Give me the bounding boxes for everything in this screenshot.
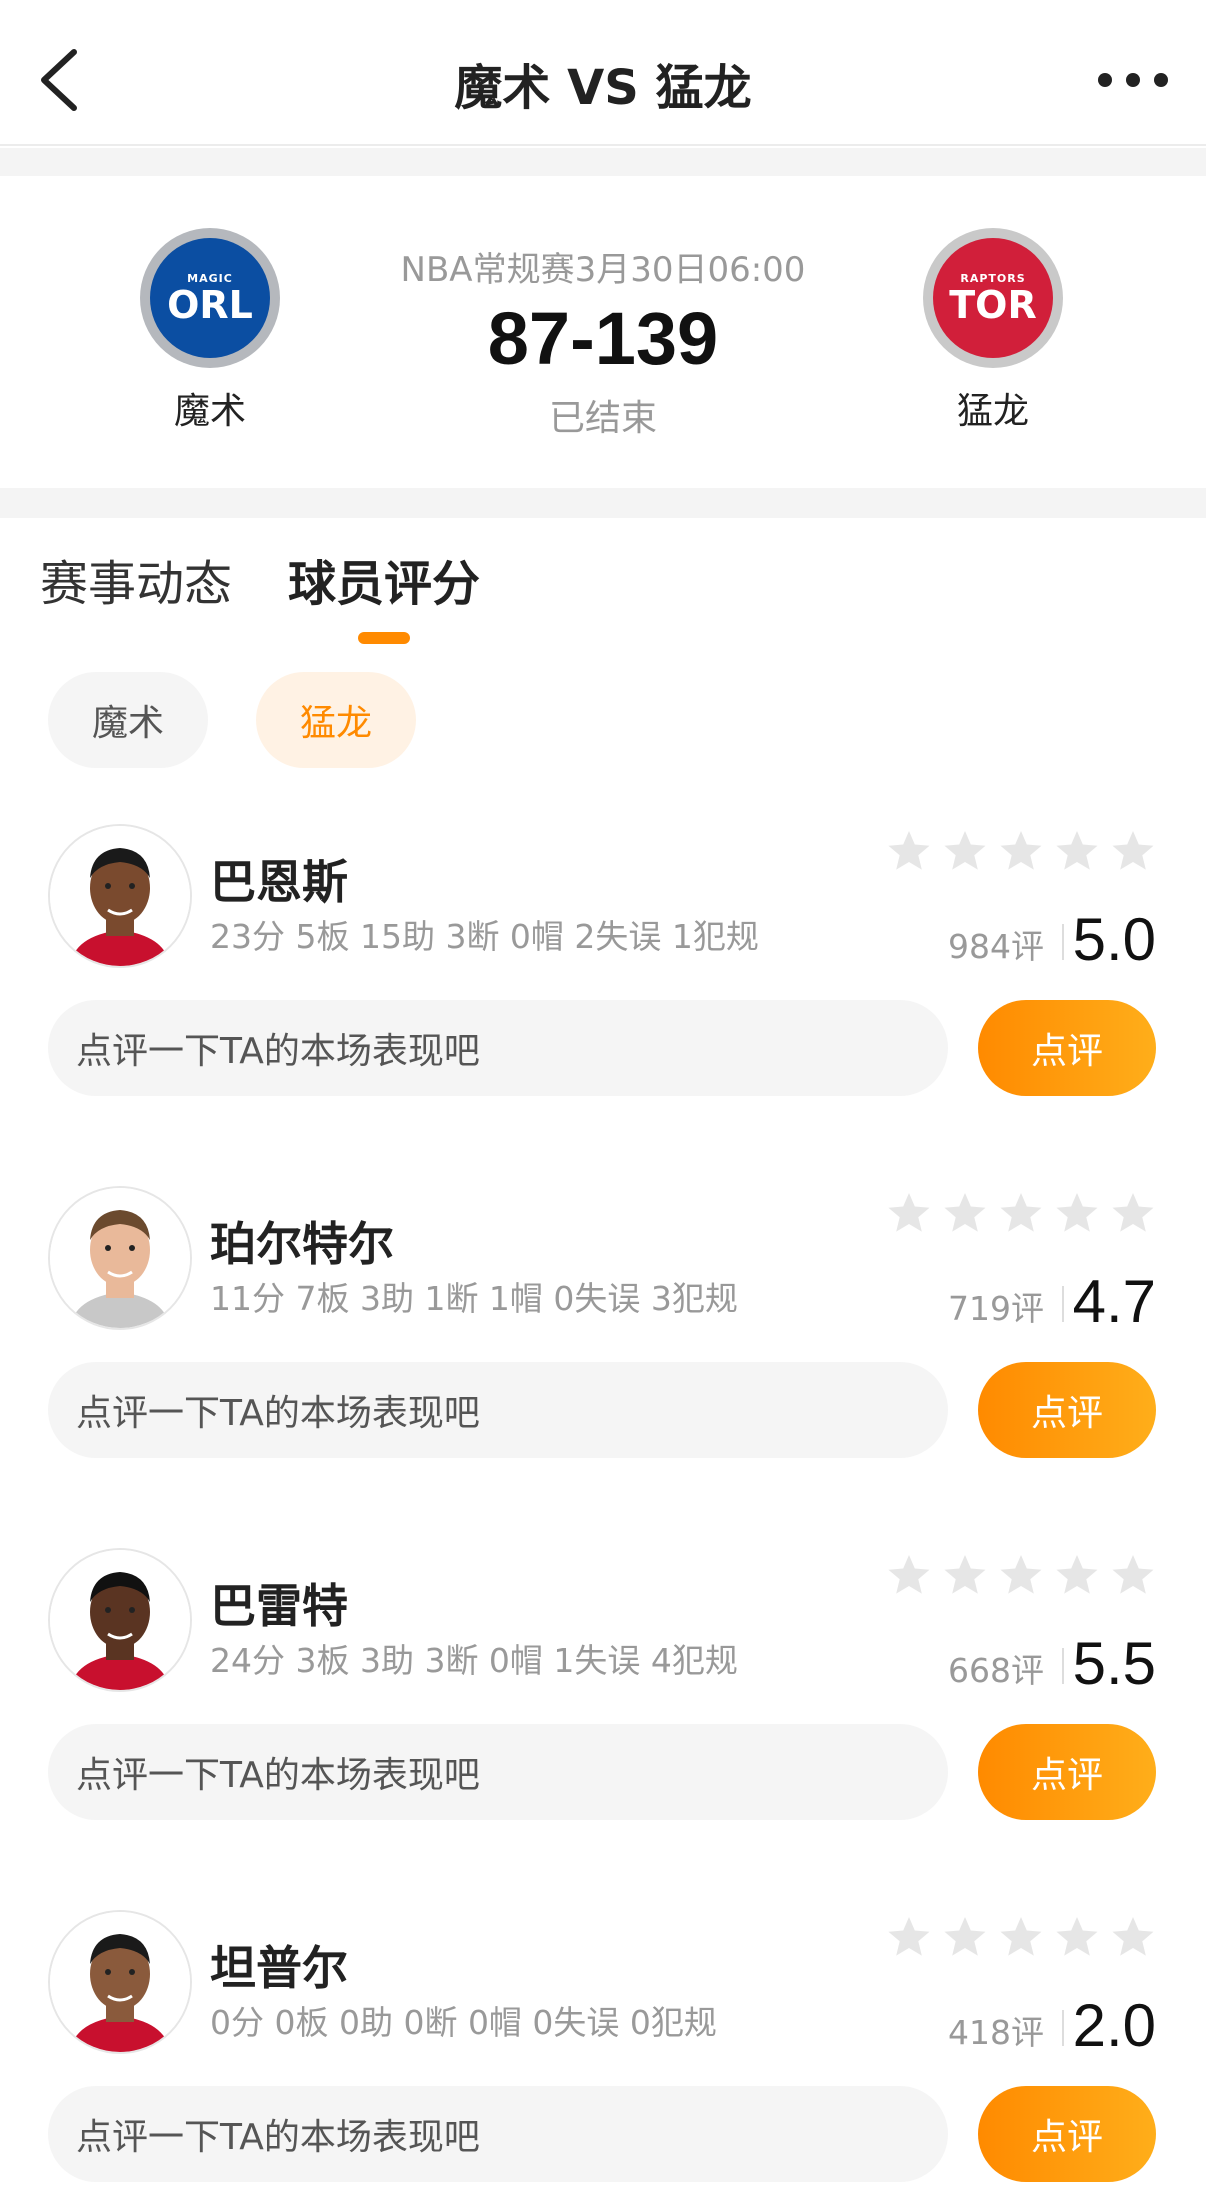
comment-input[interactable]: 点评一下TA的本场表现吧 (48, 1362, 948, 1458)
star-icon[interactable] (1110, 828, 1156, 874)
player-score: 2.0 (1072, 1992, 1156, 2059)
star-icon[interactable] (1054, 828, 1100, 874)
rating-stars[interactable] (876, 1552, 1156, 1598)
player-name: 坦普尔 (210, 1941, 348, 1995)
more-dots-icon (1098, 73, 1112, 87)
player-photo (50, 1188, 190, 1328)
divider (1062, 1648, 1064, 1684)
player-stats: 24分 3板 3助 3断 0帽 1失误 4犯规 (210, 1641, 738, 1680)
player-score: 5.5 (1072, 1630, 1156, 1697)
player-avatar[interactable] (48, 824, 192, 968)
section-divider (0, 488, 1206, 518)
review-count: 668评 (948, 1651, 1044, 1690)
divider (1062, 924, 1064, 960)
player-card: 坦普尔 0分 0板 0助 0断 0帽 0失误 0犯规 418评 2.0 点评一下… (0, 1910, 1206, 2202)
player-photo (50, 826, 190, 966)
star-icon[interactable] (1110, 1914, 1156, 1960)
comment-input[interactable]: 点评一下TA的本场表现吧 (48, 2086, 948, 2182)
tab-match-updates[interactable]: 赛事动态 (40, 544, 232, 614)
star-icon[interactable] (1110, 1552, 1156, 1598)
player-name: 珀尔特尔 (210, 1217, 394, 1271)
more-button[interactable] (1098, 62, 1168, 98)
away-team-logo: RAPTORS TOR (923, 228, 1063, 368)
review-count: 984评 (948, 927, 1044, 966)
section-divider (0, 148, 1206, 176)
player-avatar[interactable] (48, 1186, 192, 1330)
player-card: 珀尔特尔 11分 7板 3助 1断 1帽 0失误 3犯规 719评 4.7 点评… (0, 1186, 1206, 1486)
review-count: 719评 (948, 1289, 1044, 1328)
team-filter: 魔术 猛龙 (48, 672, 464, 768)
star-icon[interactable] (998, 828, 1044, 874)
player-score: 5.0 (1072, 906, 1156, 973)
player-stats: 23分 5板 15助 3断 0帽 2失误 1犯规 (210, 917, 759, 956)
star-icon[interactable] (942, 828, 988, 874)
rating-stars[interactable] (876, 828, 1156, 874)
divider (1062, 1286, 1064, 1322)
player-card: 巴恩斯 23分 5板 15助 3断 0帽 2失误 1犯规 984评 5.0 点评… (0, 824, 1206, 1124)
match-meta: NBA常规赛3月30日06:00 (400, 250, 806, 290)
review-button[interactable]: 点评 (978, 2086, 1156, 2182)
star-icon[interactable] (1054, 1914, 1100, 1960)
player-card: 巴雷特 24分 3板 3助 3断 0帽 1失误 4犯规 668评 5.5 点评一… (0, 1548, 1206, 1848)
player-photo (50, 1912, 190, 2052)
review-button[interactable]: 点评 (978, 1362, 1156, 1458)
page-title: 魔术 VS 猛龙 (454, 60, 752, 116)
active-tab-indicator (358, 632, 411, 644)
star-icon[interactable] (998, 1914, 1044, 1960)
away-team[interactable]: RAPTORS TOR 猛龙 (893, 228, 1093, 434)
star-icon[interactable] (1054, 1190, 1100, 1236)
star-icon[interactable] (1110, 1190, 1156, 1236)
content-area: 赛事动态 球员评分 魔术 猛龙 巴恩斯 23分 5板 15助 3断 0帽 2失误… (0, 518, 1206, 2202)
star-icon[interactable] (998, 1552, 1044, 1598)
star-icon[interactable] (998, 1190, 1044, 1236)
home-team-name: 魔术 (173, 391, 246, 432)
player-stats: 11分 7板 3助 1断 1帽 0失误 3犯规 (210, 1279, 738, 1318)
filter-chip-magic[interactable]: 魔术 (48, 672, 208, 768)
player-photo (50, 1550, 190, 1690)
home-team[interactable]: MAGIC ORL 魔术 (110, 228, 310, 434)
match-info: NBA常规赛3月30日06:00 87-139 已结束 (353, 242, 853, 441)
star-icon[interactable] (942, 1914, 988, 1960)
review-button[interactable]: 点评 (978, 1724, 1156, 1820)
player-stats: 0分 0板 0助 0断 0帽 0失误 0犯规 (210, 2003, 717, 2042)
star-icon[interactable] (886, 1552, 932, 1598)
player-avatar[interactable] (48, 1548, 192, 1692)
star-icon[interactable] (886, 1190, 932, 1236)
star-icon[interactable] (886, 828, 932, 874)
match-header: MAGIC ORL 魔术 NBA常规赛3月30日06:00 87-139 已结束… (0, 176, 1206, 488)
star-icon[interactable] (1054, 1552, 1100, 1598)
comment-input[interactable]: 点评一下TA的本场表现吧 (48, 1724, 948, 1820)
review-count: 418评 (948, 2013, 1044, 2052)
match-status: 已结束 (548, 398, 657, 439)
divider (1062, 2010, 1064, 2046)
tab-bar: 赛事动态 球员评分 (40, 544, 536, 644)
match-score: 87-139 (487, 297, 719, 380)
rating-stars[interactable] (876, 1914, 1156, 1960)
player-name: 巴雷特 (210, 1579, 348, 1633)
filter-chip-raptors[interactable]: 猛龙 (256, 672, 416, 768)
player-avatar[interactable] (48, 1910, 192, 2054)
top-nav-bar: 魔术 VS 猛龙 (0, 0, 1206, 146)
away-team-name: 猛龙 (956, 391, 1029, 432)
comment-input[interactable]: 点评一下TA的本场表现吧 (48, 1000, 948, 1096)
tab-player-ratings[interactable]: 球员评分 (288, 544, 480, 644)
player-name: 巴恩斯 (210, 855, 348, 909)
star-icon[interactable] (942, 1190, 988, 1236)
star-icon[interactable] (886, 1914, 932, 1960)
star-icon[interactable] (942, 1552, 988, 1598)
rating-stars[interactable] (876, 1190, 1156, 1236)
player-score: 4.7 (1072, 1268, 1156, 1335)
review-button[interactable]: 点评 (978, 1000, 1156, 1096)
home-team-logo: MAGIC ORL (140, 228, 280, 368)
